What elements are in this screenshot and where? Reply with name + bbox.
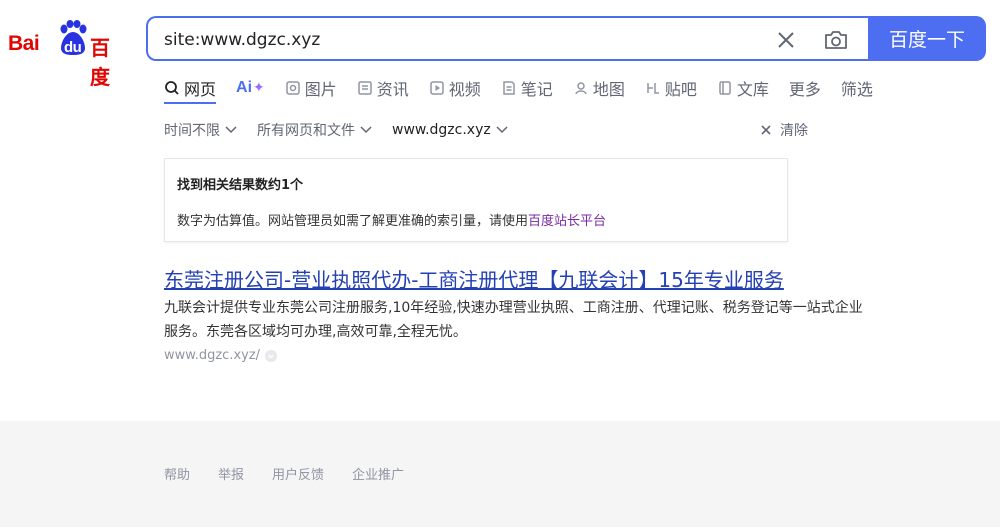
note-text: 数字为估算值。网站管理员如需了解更准确的索引量，请使用 bbox=[177, 214, 529, 229]
type-filter[interactable]: 所有网页和文件 bbox=[257, 120, 372, 140]
tab-label: 视频 bbox=[448, 80, 481, 99]
result-count-note: 数字为估算值。网站管理员如需了解更准确的索引量，请使用百度站长平台 bbox=[177, 210, 606, 229]
doc-icon bbox=[719, 81, 731, 95]
tab-label: 图片 bbox=[304, 80, 337, 99]
tab-label: 网页 bbox=[184, 80, 217, 99]
tieba-icon bbox=[647, 83, 659, 94]
result-url-text: www.dgzc.xyz/ bbox=[164, 348, 261, 363]
tab-label: 地图 bbox=[592, 80, 625, 99]
close-icon[interactable] bbox=[774, 28, 798, 52]
footer-link-report[interactable]: 举报 bbox=[218, 464, 244, 483]
logo-text-du: du bbox=[64, 39, 82, 56]
tab-images[interactable]: 图片 bbox=[285, 76, 337, 100]
map-icon bbox=[575, 82, 587, 95]
result-title-link[interactable]: 东莞注册公司-营业执照代办-工商注册代理【九联会计】15年专业服务 bbox=[164, 264, 784, 293]
footer: 帮助 举报 用户反馈 企业推广 bbox=[0, 421, 1000, 527]
result-count: 找到相关结果数约1个 bbox=[177, 178, 304, 193]
clear-filter-button[interactable]: 清除 bbox=[760, 120, 808, 140]
logo-text-bai: Bai bbox=[8, 32, 40, 55]
tab-label: 笔记 bbox=[520, 80, 553, 99]
tab-notes[interactable]: 笔记 bbox=[501, 76, 553, 100]
baidu-logo[interactable]: Bai du 百度 bbox=[8, 18, 128, 89]
chevron-down-icon bbox=[496, 126, 508, 134]
result-url[interactable]: www.dgzc.xyz/ bbox=[164, 348, 278, 363]
video-icon bbox=[430, 81, 444, 95]
close-icon bbox=[761, 125, 771, 135]
tab-webpage[interactable]: 网页 bbox=[164, 76, 216, 100]
tab-filter[interactable]: 筛选 bbox=[841, 76, 873, 100]
tab-more[interactable]: 更多 bbox=[789, 76, 821, 100]
tab-label: 更多 bbox=[788, 80, 821, 99]
time-filter-label: 时间不限 bbox=[164, 123, 220, 139]
tab-map[interactable]: 地图 bbox=[573, 76, 625, 100]
search-button[interactable]: 百度一下 bbox=[868, 16, 986, 61]
sparkle-icon: ✦ bbox=[253, 80, 265, 96]
webmaster-platform-link[interactable]: 百度站长平台 bbox=[528, 214, 606, 229]
filter-bar: 时间不限 所有网页和文件 www.dgzc.xyz bbox=[164, 120, 528, 140]
search-input[interactable] bbox=[164, 27, 764, 53]
search-box bbox=[146, 16, 870, 61]
news-icon bbox=[358, 81, 372, 95]
tab-news[interactable]: 资讯 bbox=[357, 76, 409, 100]
note-icon bbox=[503, 81, 515, 95]
image-icon bbox=[286, 81, 300, 95]
active-tab-indicator bbox=[164, 102, 216, 104]
chevron-down-icon bbox=[225, 126, 237, 134]
chevron-down-icon[interactable] bbox=[264, 349, 278, 363]
footer-link-feedback[interactable]: 用户反馈 bbox=[272, 464, 324, 483]
footer-links: 帮助 举报 用户反馈 企业推广 bbox=[164, 464, 432, 483]
logo-text-cn: 百度 bbox=[90, 38, 110, 89]
footer-link-promotion[interactable]: 企业推广 bbox=[352, 464, 404, 483]
tab-wenku[interactable]: 文库 bbox=[717, 76, 769, 100]
time-filter[interactable]: 时间不限 bbox=[164, 120, 237, 140]
tab-label: 文库 bbox=[736, 80, 769, 99]
result-abstract: 九联会计提供专业东莞公司注册服务,10年经验,快速办理营业执照、工商注册、代理记… bbox=[164, 300, 863, 340]
footer-link-help[interactable]: 帮助 bbox=[164, 464, 190, 483]
site-filter[interactable]: www.dgzc.xyz bbox=[392, 120, 508, 140]
chevron-down-icon bbox=[360, 126, 372, 134]
ai-icon: Ai bbox=[236, 79, 253, 96]
type-filter-label: 所有网页和文件 bbox=[257, 123, 355, 139]
tab-ai[interactable]: Ai ✦ bbox=[236, 76, 265, 100]
site-filter-label: www.dgzc.xyz bbox=[392, 122, 491, 138]
camera-icon[interactable] bbox=[822, 27, 850, 53]
result-count-box: 找到相关结果数约1个 数字为估算值。网站管理员如需了解更准确的索引量，请使用百度… bbox=[164, 158, 788, 242]
tab-video[interactable]: 视频 bbox=[429, 76, 481, 100]
search-tabs: 网页 Ai ✦ 图片 资讯 视频 笔记 地图 贴吧 文库 更多 筛选 bbox=[164, 76, 893, 104]
tab-label: 贴吧 bbox=[664, 80, 697, 99]
tab-tieba[interactable]: 贴吧 bbox=[645, 76, 697, 100]
search-icon bbox=[165, 81, 179, 95]
tab-label: 资讯 bbox=[376, 80, 409, 99]
clear-filter-label: 清除 bbox=[780, 123, 808, 139]
tab-label: 筛选 bbox=[840, 80, 873, 99]
